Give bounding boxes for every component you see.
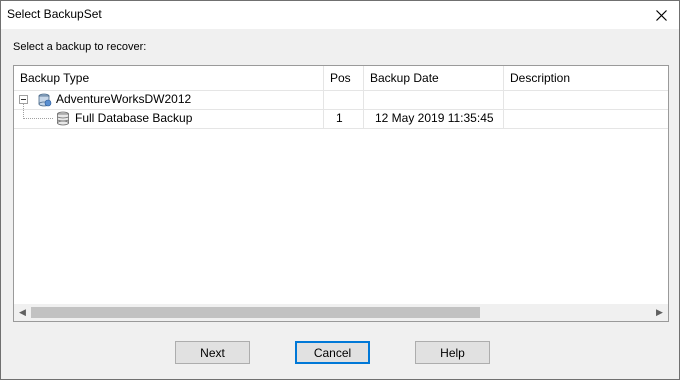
- instruction-label: Select a backup to recover:: [13, 41, 147, 53]
- title-bar: Select BackupSet: [1, 1, 679, 29]
- table-row[interactable]: Full Database Backup 1 12 May 2019 11:35…: [14, 109, 668, 129]
- backupset-list[interactable]: Backup Type Pos Backup Date Description …: [13, 65, 669, 322]
- next-button[interactable]: Next: [175, 341, 250, 364]
- column-header-pos[interactable]: Pos: [324, 66, 364, 90]
- select-backupset-dialog: Select BackupSet Select a backup to reco…: [0, 0, 680, 380]
- scroll-right-arrow-icon[interactable]: ▶: [651, 304, 668, 321]
- cell-backup-date: [364, 90, 504, 109]
- database-icon: [57, 111, 69, 126]
- scroll-thumb[interactable]: [31, 307, 480, 318]
- collapse-toggle[interactable]: [19, 95, 28, 104]
- column-header-backup-type[interactable]: Backup Type: [14, 66, 324, 90]
- table-row[interactable]: AdventureWorksDW2012: [14, 90, 668, 110]
- dialog-title: Select BackupSet: [7, 7, 102, 21]
- tree-connector-h: [23, 118, 53, 119]
- cell-backup-date: 12 May 2019 11:35:45: [364, 109, 504, 128]
- cell-pos: [324, 90, 364, 109]
- close-button[interactable]: [643, 1, 679, 29]
- scroll-left-arrow-icon[interactable]: ◀: [14, 304, 31, 321]
- help-button[interactable]: Help: [415, 341, 490, 364]
- list-header: Backup Type Pos Backup Date Description: [14, 66, 668, 91]
- close-icon: [655, 9, 667, 21]
- row-label: Full Database Backup: [75, 111, 193, 125]
- cell-description: [504, 90, 668, 109]
- cell-pos: 1: [324, 109, 364, 128]
- cell-backup-type: AdventureWorksDW2012: [14, 90, 324, 109]
- cell-backup-type: Full Database Backup: [14, 109, 324, 128]
- database-server-icon: [38, 93, 52, 107]
- cell-description: [504, 109, 668, 128]
- column-header-description[interactable]: Description: [504, 66, 668, 90]
- column-header-backup-date[interactable]: Backup Date: [364, 66, 504, 90]
- row-label: AdventureWorksDW2012: [56, 92, 192, 106]
- cancel-button[interactable]: Cancel: [295, 341, 370, 364]
- horizontal-scrollbar[interactable]: ◀ ▶: [14, 304, 668, 321]
